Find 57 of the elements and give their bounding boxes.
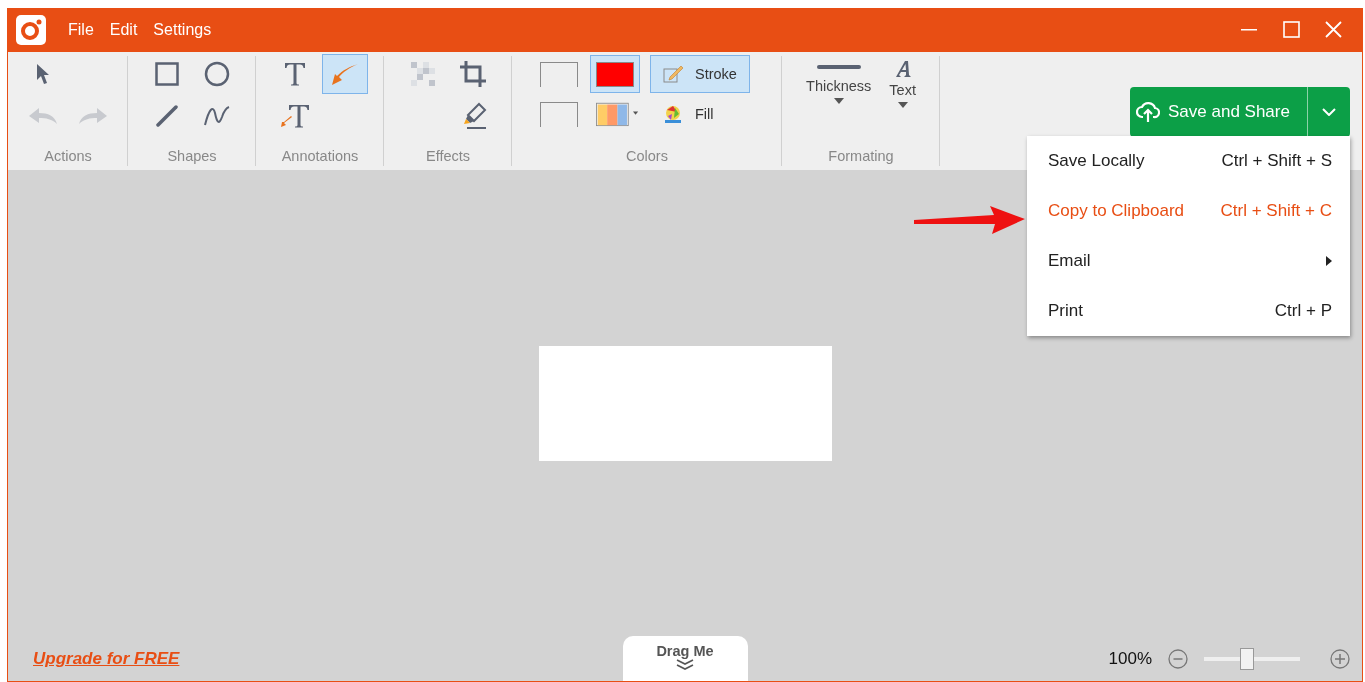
text-arrow-icon <box>280 103 310 129</box>
option-label: Save Locally <box>1048 151 1145 171</box>
drag-handle[interactable]: Drag Me <box>622 636 748 681</box>
curve-icon <box>203 105 231 127</box>
redo-icon <box>78 106 108 126</box>
fill-button[interactable]: Fill <box>650 95 750 133</box>
menu-item[interactable]: Edit <box>109 21 138 39</box>
option-label: Email <box>1048 251 1091 271</box>
pencil-icon <box>663 65 683 83</box>
group-label: Actions <box>44 148 92 164</box>
menu-option[interactable]: Save Locally Ctrl + Shift + S <box>1027 136 1350 186</box>
group-label: Shapes <box>167 148 217 164</box>
cloud-upload-icon <box>1136 100 1160 124</box>
stroke-button[interactable]: Stroke <box>650 55 750 93</box>
format-button[interactable]: Thickness <box>802 54 876 108</box>
swatch-button[interactable] <box>590 55 640 93</box>
square-icon <box>155 62 179 86</box>
group-label: Formating <box>828 148 894 164</box>
slider-thumb[interactable] <box>1239 648 1254 670</box>
chevron-down-icon <box>1322 108 1336 116</box>
format-label: Text <box>889 82 916 98</box>
submenu-arrow-icon <box>1326 256 1332 266</box>
option-label: Print <box>1048 301 1083 321</box>
text-icon <box>284 62 306 86</box>
caret-icon <box>833 98 844 104</box>
option-label: Copy to Clipboard <box>1048 201 1185 221</box>
line-icon <box>156 105 178 127</box>
empty-swatch <box>540 101 578 127</box>
shortcut-label: Ctrl + Shift + S <box>1221 151 1332 171</box>
zoom-in-icon[interactable] <box>1330 649 1350 669</box>
menu-item[interactable]: File <box>68 21 94 39</box>
font-icon <box>893 60 912 78</box>
shortcut-label: Ctrl + Shift + C <box>1220 201 1332 221</box>
menu-item[interactable]: Settings <box>153 21 212 39</box>
double-chevron-icon <box>676 659 694 671</box>
app-logo <box>16 15 46 45</box>
palette-icon <box>596 101 639 127</box>
tool-button[interactable] <box>322 54 368 94</box>
circle-icon <box>204 61 230 87</box>
format-label: Thickness <box>806 78 872 94</box>
menu-option[interactable]: Copy to Clipboard Ctrl + Shift + C <box>1027 186 1350 236</box>
group-label: Annotations <box>281 148 359 164</box>
menu-option[interactable]: Email <box>1027 236 1350 286</box>
empty-swatch <box>540 61 578 87</box>
shortcut-label: Ctrl + P <box>1274 301 1332 321</box>
paint-bucket-icon <box>663 104 683 124</box>
zoom-out-icon[interactable] <box>1168 649 1188 669</box>
pixel-icon <box>411 62 435 86</box>
menu-option[interactable]: Print Ctrl + P <box>1027 286 1350 336</box>
zoom-reading: 100% <box>1108 649 1152 669</box>
crop-icon <box>459 60 487 88</box>
caret-icon <box>897 102 908 108</box>
group-label: Colors <box>626 148 668 164</box>
group-label: Effects <box>425 148 471 164</box>
format-button[interactable]: Text <box>885 54 920 108</box>
drag-label: Drag Me <box>656 643 714 659</box>
undo-icon <box>28 106 58 126</box>
